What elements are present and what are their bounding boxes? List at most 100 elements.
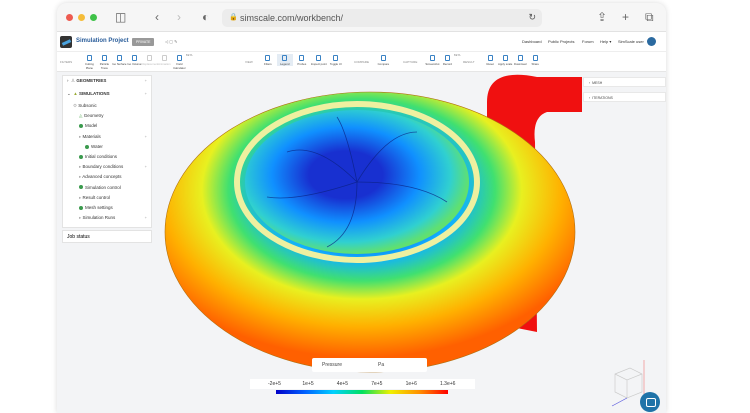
nav-forum[interactable]: Forum <box>582 39 594 44</box>
compare-icon <box>380 55 386 61</box>
tool-iso-volume[interactable]: Iso Volume <box>126 54 142 66</box>
tool-compare[interactable]: Compare <box>375 54 391 66</box>
add-icon[interactable]: + <box>145 215 147 220</box>
add-icon[interactable]: + <box>145 164 147 169</box>
check-icon <box>79 205 83 210</box>
section-compare: COMPARE <box>354 60 369 64</box>
panel-mesh[interactable]: › MESH <box>583 77 666 87</box>
tool-iso-surface[interactable]: Iso Surface <box>111 54 127 66</box>
tool-cutting-plane[interactable]: Cutting Plane <box>81 54 97 70</box>
tree-simulations[interactable]: ⌄ ▲ SIMULATIONS <box>67 91 110 102</box>
beta-badge: BETA <box>454 54 461 57</box>
toggle-ui-icon <box>333 55 339 61</box>
new-tab-icon[interactable]: + <box>622 10 629 24</box>
nav-dashboard[interactable]: Dashboard <box>522 39 542 44</box>
color-legend[interactable]: Pressure Pa -2e+5 1e+5 4e+5 7e+5 1e+6 1.3e+6 <box>250 358 485 394</box>
tree-label: Geometry <box>83 113 104 119</box>
tool-label: Reset <box>486 62 494 66</box>
legend-tick: 7e+5 <box>371 381 383 387</box>
back-icon[interactable]: ‹ <box>155 10 159 24</box>
tool-displacement[interactable]: Displacement <box>141 54 158 66</box>
maximize-button[interactable] <box>90 14 97 21</box>
tabs-icon[interactable]: ⧉ <box>645 10 654 25</box>
tool-screenshot[interactable]: Screenshot <box>424 54 440 66</box>
tool-inspect-point[interactable]: Inspect point <box>311 54 327 66</box>
legend-icon <box>282 55 288 61</box>
add-icon[interactable]: + <box>145 78 147 83</box>
check-icon <box>85 144 89 149</box>
tool-label: Iso Surface <box>112 62 127 66</box>
legend-header[interactable]: Pressure Pa <box>312 358 427 372</box>
project-title: Simulation Project <box>76 38 129 44</box>
legend-tick: -2e+5 <box>268 381 281 387</box>
job-status-panel[interactable]: Job status <box>62 230 152 243</box>
legend-colorbar <box>276 390 448 394</box>
tool-label: Animation <box>158 62 171 66</box>
tool-animation[interactable]: Animation <box>156 54 172 66</box>
sidebar-toggle-icon[interactable]: ◫ <box>115 10 126 24</box>
panel-iterations[interactable]: › ITERATIONS <box>583 92 666 102</box>
apply-scale-icon <box>502 55 508 61</box>
tool-label: Record <box>442 62 452 66</box>
tool-label: Particle Trace <box>99 62 110 70</box>
tree-label: Simulation control <box>85 184 121 190</box>
tool-toggle-ui[interactable]: Toggle UI <box>328 54 344 66</box>
tool-filters[interactable]: Filters <box>260 54 276 66</box>
tree-label: Water <box>91 143 103 149</box>
tool-apply-scale[interactable]: Apply scale <box>497 54 513 66</box>
tree-label: Initial conditions <box>85 154 118 159</box>
avatar[interactable] <box>647 37 656 46</box>
tree-label: Boundary conditions <box>82 164 124 170</box>
tree-geometries[interactable]: › ♙ GEOMETRIES <box>67 78 106 89</box>
tool-download[interactable]: Download <box>512 54 528 66</box>
tool-label: Cutting Plane <box>84 62 94 70</box>
privacy-badge: PRIVATE <box>132 38 155 46</box>
check-icon <box>79 185 83 190</box>
nav-help[interactable]: Help ▾ <box>600 39 611 44</box>
simulation-tree: › ♙ GEOMETRIES ⌄ ▲ SIMULATIONS ⚙ Subsoni… <box>62 75 152 228</box>
close-button[interactable] <box>66 14 73 21</box>
cutting-plane-icon <box>86 55 92 61</box>
tool-record[interactable]: Record BETA <box>439 54 461 66</box>
nav-public-projects[interactable]: Public Projects <box>548 39 574 44</box>
reload-icon[interactable]: ↻ <box>528 12 536 23</box>
iso-volume-icon <box>131 55 137 61</box>
view-orientation-cube[interactable] <box>600 352 660 412</box>
add-icon[interactable]: + <box>145 91 147 96</box>
tool-probes[interactable]: Probes <box>294 54 310 66</box>
section-result: RESULT <box>463 60 475 64</box>
legend-ticks: -2e+5 1e+5 4e+5 7e+5 1e+6 1.3e+6 <box>250 379 475 389</box>
inspect-point-icon <box>316 55 322 61</box>
section-view: VIEW <box>245 60 253 64</box>
tool-reset[interactable]: Reset <box>482 54 498 66</box>
tool-label: Filters <box>263 62 272 66</box>
browser-toolbar: ◫ ‹ › ◐ 🔒 simscale.com/workbench/ ↻ ⇪ + ⧉ <box>57 3 666 32</box>
lock-icon: 🔒 <box>229 14 238 21</box>
nav-user[interactable]: SimScale user <box>618 39 644 44</box>
tool-label: Share <box>531 62 539 66</box>
url-bar[interactable]: 🔒 simscale.com/workbench/ ↻ <box>222 9 542 27</box>
tree-label: Result control <box>82 194 111 200</box>
screenshot-icon <box>429 55 435 61</box>
tool-label: Legend <box>280 62 290 66</box>
tool-legend[interactable]: Legend <box>276 54 293 66</box>
tool-share[interactable]: Share <box>527 54 543 66</box>
tool-particle-trace[interactable]: Particle Trace <box>96 54 112 70</box>
record-icon <box>444 55 450 61</box>
minimize-button[interactable] <box>78 14 85 21</box>
shield-icon[interactable]: ◐ <box>202 10 209 24</box>
share-icon[interactable]: ◁ ▢ ✎ <box>165 39 177 44</box>
tree-item[interactable]: ▸ Simulation Runs <box>79 215 115 226</box>
tool-field-calculator[interactable]: Field Calculator BETA <box>171 54 192 70</box>
legend-tick: 4e+5 <box>336 381 349 387</box>
tool-label: Probes <box>297 62 307 66</box>
legend-field: Pressure <box>322 362 343 368</box>
section-capture: CAPTURE <box>403 60 418 64</box>
tree-label: Simulation Runs <box>82 215 116 221</box>
filters-icon <box>265 55 271 61</box>
share-icon[interactable]: ⇪ <box>597 10 607 24</box>
tree-label: Mesh settings <box>85 205 113 210</box>
add-icon[interactable]: + <box>145 134 147 139</box>
app-header: Simulation Project PRIVATE ◁ ▢ ✎ Dashboa… <box>57 32 666 52</box>
forward-icon[interactable]: › <box>177 10 181 24</box>
